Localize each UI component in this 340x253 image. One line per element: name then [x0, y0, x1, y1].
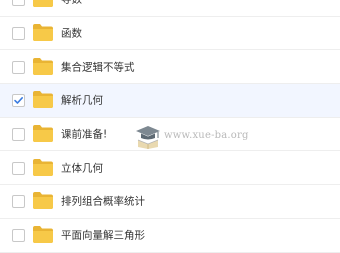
- list-item[interactable]: 导数: [0, 0, 340, 17]
- folder-icon: [33, 24, 53, 42]
- graduation-cap-book-icon: [136, 126, 160, 149]
- folder-icon: [33, 57, 53, 75]
- folder-icon: [33, 192, 53, 210]
- folder-icon: [33, 158, 53, 176]
- item-checkbox[interactable]: [12, 195, 25, 209]
- list-item[interactable]: 立体几何: [0, 151, 340, 186]
- item-label: 导数: [61, 0, 82, 7]
- item-label: 课前准备!: [61, 128, 108, 141]
- item-label: 函数: [61, 27, 82, 40]
- folder-icon: [33, 125, 53, 143]
- item-checkbox[interactable]: [12, 229, 25, 243]
- folder-icon: [33, 0, 53, 8]
- folder-icon: [33, 226, 53, 244]
- watermark-text: www.xue-ba.org: [164, 130, 249, 141]
- checkmark-icon: [14, 97, 23, 105]
- item-checkbox[interactable]: [12, 0, 25, 7]
- list-item[interactable]: 函数: [0, 17, 340, 51]
- item-checkbox[interactable]: [12, 128, 25, 142]
- item-checkbox[interactable]: [12, 60, 25, 74]
- item-checkbox-checked[interactable]: [12, 94, 25, 108]
- list-item[interactable]: 集合逻辑不等式: [0, 50, 340, 85]
- item-label: 解析几何: [61, 94, 103, 107]
- item-label: 平面向量解三角形: [61, 229, 145, 242]
- item-label: 排列组合概率统计: [61, 195, 145, 208]
- watermark: www.xue-ba.org: [134, 124, 248, 150]
- item-label: 立体几何: [61, 162, 103, 175]
- list-item-selected[interactable]: 解析几何: [0, 84, 340, 118]
- item-label: 集合逻辑不等式: [61, 61, 135, 74]
- list-item[interactable]: 排列组合概率统计: [0, 185, 340, 219]
- item-checkbox[interactable]: [12, 27, 25, 41]
- folder-icon: [33, 91, 53, 109]
- item-checkbox[interactable]: [12, 161, 25, 175]
- list-item[interactable]: 平面向量解三角形: [0, 219, 340, 253]
